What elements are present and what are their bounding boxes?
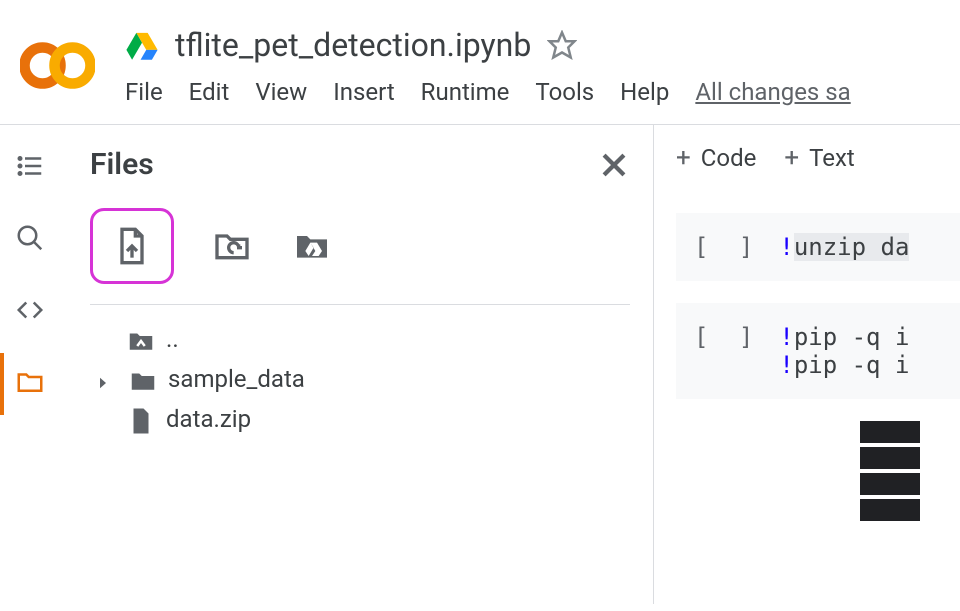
- plus-icon: +: [676, 143, 691, 173]
- file-tree: .. sample_data data.zip: [90, 319, 653, 439]
- divider: [90, 304, 630, 305]
- menu-insert[interactable]: Insert: [333, 78, 394, 106]
- search-icon[interactable]: [15, 223, 45, 257]
- files-icon[interactable]: [15, 367, 45, 401]
- menu-view[interactable]: View: [255, 78, 307, 106]
- notebook-area: +Code +Text [ ] !unzip da [ ] !pip -q i …: [654, 125, 960, 604]
- left-rail: [0, 125, 60, 604]
- refresh-folder-icon[interactable]: [210, 224, 254, 268]
- chevron-right-icon: [94, 370, 112, 388]
- file-icon: [126, 406, 156, 432]
- save-status: All changes sa: [695, 78, 850, 106]
- upload-file-icon[interactable]: [110, 224, 154, 268]
- menu-runtime[interactable]: Runtime: [421, 78, 510, 106]
- code-content[interactable]: !pip -q i !pip -q i: [779, 323, 909, 379]
- add-text-button[interactable]: +Text: [784, 143, 854, 173]
- tree-file-data-zip[interactable]: data.zip: [90, 399, 653, 439]
- code-snippets-icon[interactable]: [15, 295, 45, 329]
- tree-folder-label: sample_data: [168, 365, 305, 393]
- add-code-button[interactable]: +Code: [676, 143, 756, 173]
- files-panel: Files ..: [60, 125, 654, 604]
- tree-folder-sample-data[interactable]: sample_data: [90, 359, 653, 399]
- code-content[interactable]: !unzip da: [779, 233, 909, 261]
- upload-highlight: [90, 208, 174, 284]
- document-title[interactable]: tflite_pet_detection.ipynb: [175, 26, 531, 64]
- menu-help[interactable]: Help: [620, 78, 669, 106]
- cell-run-button[interactable]: [ ]: [694, 323, 761, 379]
- close-icon[interactable]: [597, 148, 631, 182]
- mount-drive-icon[interactable]: [290, 224, 334, 268]
- tree-file-label: data.zip: [166, 405, 251, 433]
- cell-output: [676, 421, 960, 521]
- star-icon[interactable]: [547, 30, 577, 60]
- tree-parent-label: ..: [166, 325, 179, 353]
- code-cell[interactable]: [ ] !pip -q i !pip -q i: [676, 303, 960, 399]
- menu-file[interactable]: File: [125, 78, 163, 106]
- cell-run-button[interactable]: [ ]: [694, 233, 761, 261]
- panel-title: Files: [90, 147, 154, 182]
- menubar: File Edit View Insert Runtime Tools Help…: [125, 64, 851, 124]
- menu-tools[interactable]: Tools: [535, 78, 594, 106]
- drive-icon: [125, 30, 159, 60]
- folder-icon: [128, 366, 158, 392]
- toc-icon[interactable]: [15, 151, 45, 185]
- colab-logo: [20, 28, 95, 103]
- menu-edit[interactable]: Edit: [189, 78, 230, 106]
- plus-icon: +: [784, 143, 799, 173]
- code-cell[interactable]: [ ] !unzip da: [676, 213, 960, 281]
- tree-parent-dir[interactable]: ..: [90, 319, 653, 359]
- folder-up-icon: [126, 326, 156, 352]
